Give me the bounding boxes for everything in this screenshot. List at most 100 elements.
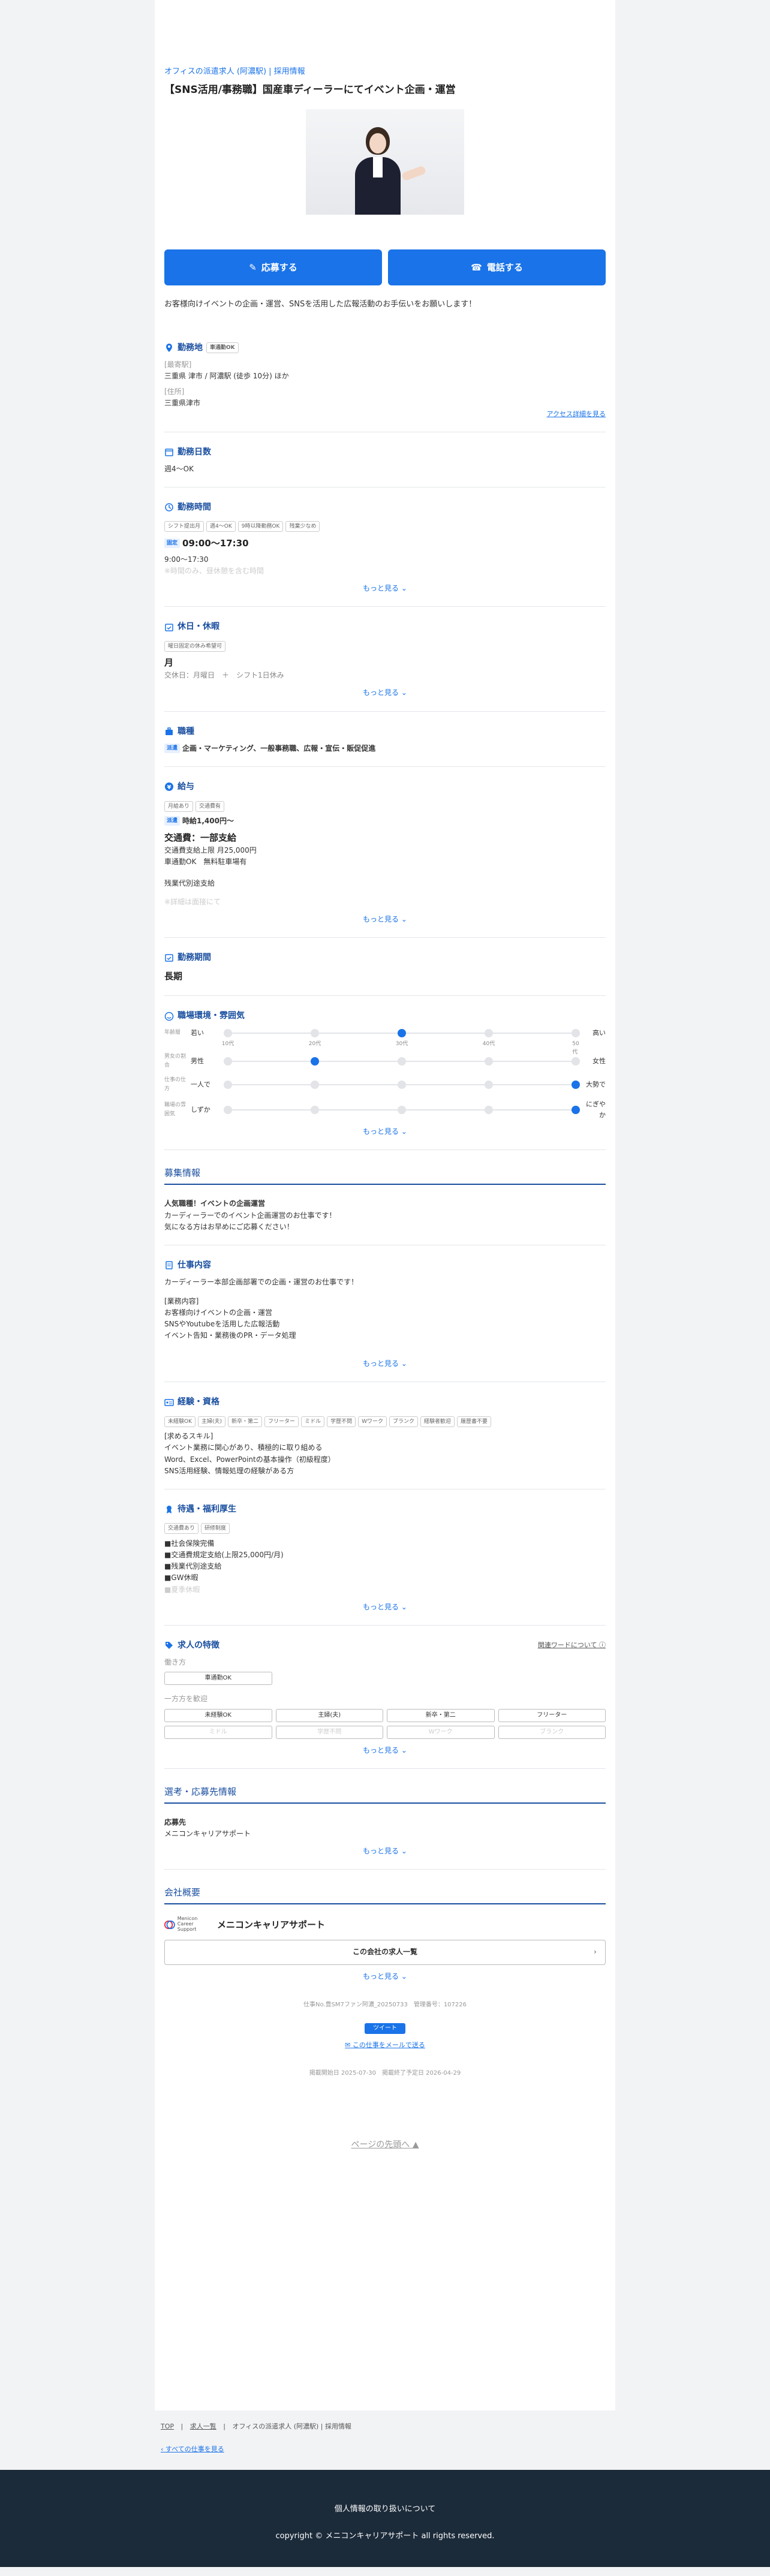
selection-section: 応募先 メニコンキャリアサポート もっと見る ⌄: [164, 1804, 606, 1870]
meta-dates: 掲載開始日 2025-07-30 掲載終了予定日 2026-04-29: [309, 2069, 461, 2077]
scale-dot-selected: [398, 1028, 406, 1037]
environment-scale-row: 職場の雰囲気 しずか にぎやか: [164, 1099, 606, 1120]
work-more-button[interactable]: もっと見る ⌄: [164, 1358, 606, 1370]
svg-text:¥: ¥: [167, 784, 172, 791]
pin-icon: [166, 343, 172, 352]
location-section: 勤務地 車通勤OK [最寄駅] 三重県 津市 / 阿濃駅 (徒歩 10分) ほか…: [164, 328, 606, 432]
scale-dot: [311, 1105, 319, 1114]
scale-right: 大勢で: [586, 1080, 606, 1088]
skills-item: SNS活用経験、情報処理の経験がある方: [164, 1466, 294, 1475]
tweet-button[interactable]: ツイート: [365, 2023, 405, 2034]
features-more-button[interactable]: もっと見る ⌄: [164, 1745, 606, 1756]
salary-more-button[interactable]: もっと見る ⌄: [164, 914, 606, 925]
feature-keyword[interactable]: Wワーク: [387, 1725, 495, 1739]
recruit-catch-line: 気になる方はお早めにご応募ください！: [164, 1222, 294, 1231]
breadcrumb-item[interactable]: TOP: [161, 2422, 174, 2430]
breadcrumb-item[interactable]: 求人一覧: [190, 2422, 216, 2430]
holidays-detail: 交休日：月曜日 ＋ シフト1日休み: [164, 671, 284, 680]
scale-left: 一人で: [191, 1080, 210, 1088]
page-top-link[interactable]: ページの先頭へ ▲: [164, 2138, 606, 2151]
scale-label: 年齢層: [164, 1030, 181, 1036]
feature-keyword[interactable]: 車通勤OK: [164, 1672, 272, 1686]
feature-keyword[interactable]: ミドル: [164, 1725, 272, 1739]
company-link[interactable]: オフィスの派遣求人 (阿濃駅) | 採用情報: [164, 66, 606, 79]
salary-transport: 交通費：一部支給: [164, 832, 237, 844]
address-value: 三重県津市: [164, 398, 201, 407]
scale-track: [224, 1105, 580, 1114]
environment-heading: 職場環境・雰囲気: [178, 1011, 245, 1021]
scale-right: 女性: [592, 1057, 606, 1066]
salary-badge: 派遣: [164, 816, 181, 826]
holidays-day: 月: [164, 657, 174, 669]
skills-tag: 経験者歓迎: [420, 1416, 455, 1427]
period-section: 勤務期間 長期: [164, 938, 606, 997]
benefits-item: ■残業代別途支給: [164, 1562, 222, 1571]
feature-keyword[interactable]: 未経験OK: [164, 1708, 272, 1722]
days-section: 勤務日数 週4〜OK: [164, 432, 606, 488]
location-tag: 車通勤OK: [206, 342, 239, 353]
selection-more-button[interactable]: もっと見る ⌄: [164, 1846, 606, 1857]
back-link[interactable]: ‹ すべての仕事を見る: [0, 2437, 770, 2470]
scale-right: 高い: [592, 1028, 606, 1037]
location-heading: 勤務地 車通勤OK: [164, 341, 606, 354]
benefits-more-button[interactable]: もっと見る ⌄: [164, 1602, 606, 1613]
scale-track: [224, 1057, 580, 1066]
feature-keyword[interactable]: 学歴不問: [275, 1725, 383, 1739]
scale-dot: [311, 1080, 319, 1089]
benefits-item: ■GW休暇: [164, 1573, 198, 1582]
salary-tag: 交通費有: [195, 801, 225, 812]
jobtype-section: 職種 派遣 企画・マーケティング、一般事務職、広報・宣伝・販促促進: [164, 712, 606, 768]
feature-keyword[interactable]: フリーター: [498, 1708, 606, 1722]
company-block-heading: 会社概要: [164, 1878, 606, 1905]
scale-dot: [485, 1105, 493, 1114]
feature-keyword[interactable]: 新卒・第二: [387, 1708, 495, 1722]
benefits-section: 待遇・福利厚生 交通費あり 研修制度 ■社会保険完備 ■交通費規定支給(上限25,…: [164, 1489, 606, 1626]
scale-dot-selected: [572, 1080, 580, 1089]
phone-button[interactable]: ☎ 電話する: [388, 249, 606, 285]
scale-left: しずか: [191, 1105, 210, 1114]
mail-link[interactable]: ✉ この仕事をメールで送る: [164, 2040, 606, 2051]
recruit-catch: 人気職種！イベントの企画運営: [164, 1199, 266, 1208]
skills-heading: 経験・資格: [178, 1397, 219, 1407]
holidays-tag: 曜日固定の休み希望可: [164, 640, 226, 652]
scale-dot: [398, 1080, 406, 1089]
scale-left: 若い: [191, 1028, 204, 1037]
holidays-section: 休日・休暇 曜日固定の休み希望可 月 交休日：月曜日 ＋ シフト1日休み もっと…: [164, 607, 606, 712]
work-label: [業務内容]: [164, 1296, 199, 1305]
privacy-link[interactable]: 個人情報の取り扱いについて: [0, 2503, 770, 2516]
scale-dot: [572, 1028, 580, 1037]
access-link[interactable]: アクセス詳細を見る: [164, 409, 606, 420]
station-label: [最寄駅]: [164, 360, 192, 369]
hours-heading: 勤務時間: [178, 502, 211, 513]
holidays-more-button[interactable]: もっと見る ⌄: [164, 687, 606, 699]
period-value: 長期: [164, 971, 183, 982]
site-footer: 個人情報の取り扱いについて copyright © メニコンキャリアサポート a…: [0, 2470, 770, 2567]
jobtype-badge: 派遣: [164, 744, 181, 754]
environment-scale-row: 年齢層 若い 10代 20代 30代 40代 50代 高い: [164, 1028, 606, 1055]
hours-more-button[interactable]: もっと見る ⌄: [164, 583, 606, 594]
scale-dot: [224, 1057, 232, 1066]
feature-keyword[interactable]: 主婦(夫): [275, 1708, 383, 1722]
features-link[interactable]: 関連ワードについて ⓘ: [538, 1640, 606, 1651]
work-line: カーディーラー本部企画部署での企画・運営のお仕事です！: [164, 1278, 359, 1287]
period-heading: 勤務期間: [178, 953, 211, 963]
scale-dot: [224, 1028, 232, 1037]
company-name: メニコンキャリアサポート: [217, 1919, 326, 1930]
company-more-button[interactable]: もっと見る ⌄: [164, 1971, 606, 1982]
company-jobs-button[interactable]: この会社の求人一覧: [164, 1939, 606, 1965]
salary-heading: 給与: [178, 782, 194, 792]
skills-tag: 学歴不問: [327, 1416, 356, 1427]
hero-image: [306, 109, 464, 215]
scale-dot: [224, 1105, 232, 1114]
benefits-tag: 研修制度: [201, 1523, 230, 1534]
page: オフィスの派遣求人 (阿濃駅) | 採用情報 【SNS活用/事務職】国産車ディー…: [155, 0, 615, 2411]
scale-track: [224, 1080, 580, 1089]
feature-keyword[interactable]: ブランク: [498, 1725, 606, 1739]
features-heading: 求人の特徴: [178, 1640, 219, 1650]
features-section: 求人の特徴 関連ワードについて ⓘ 働き方 車通勤OK 一方方を歓迎 未経験OK…: [164, 1626, 606, 1769]
meta-info: 仕事No.豊SM7ファン阿濃_20250733 管理番号：107226: [303, 2002, 467, 2008]
apply-button[interactable]: ✎ 応募する: [164, 249, 382, 285]
selection-block-heading: 選考・応募先情報: [164, 1777, 606, 1804]
scale-dot: [311, 1028, 319, 1037]
environment-more-button[interactable]: もっと見る ⌄: [164, 1126, 606, 1137]
